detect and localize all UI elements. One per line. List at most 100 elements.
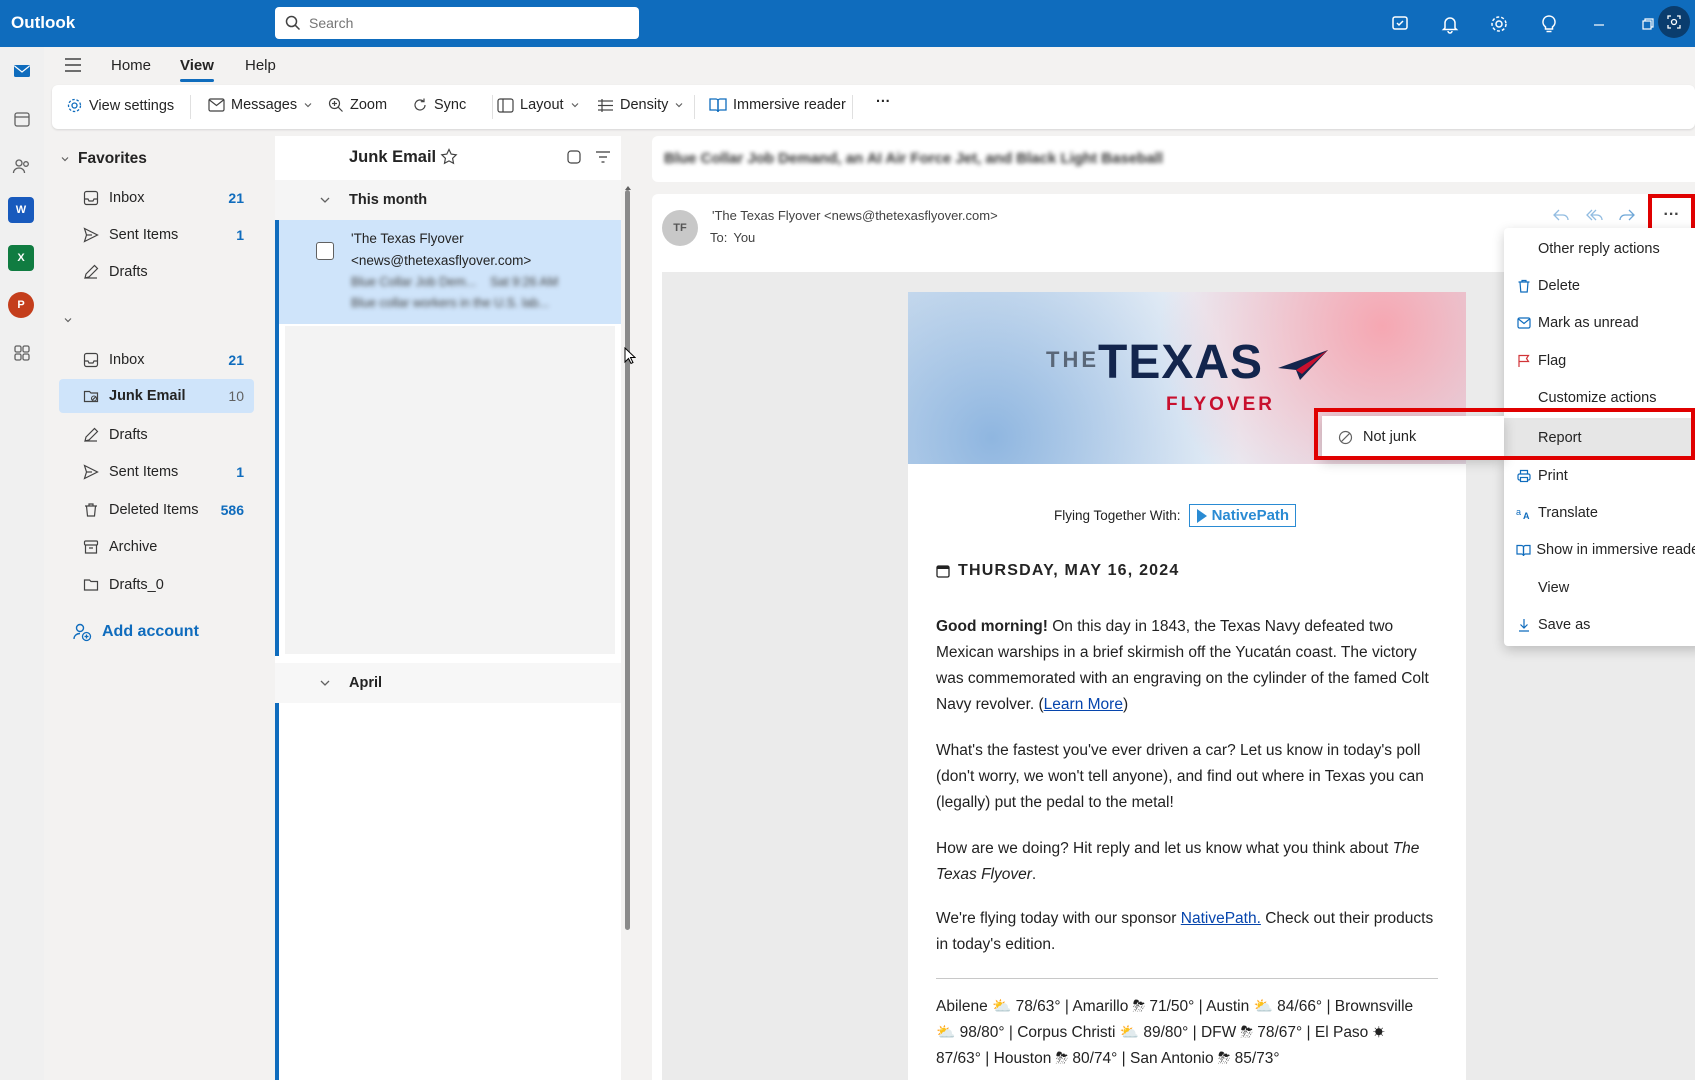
- immersive-reader-button[interactable]: Immersive reader: [709, 97, 846, 113]
- view-settings-button[interactable]: View settings: [66, 97, 174, 114]
- paragraph-intro: Good morning! On this day in 1843, the T…: [936, 618, 1429, 713]
- my-day-icon[interactable]: [1388, 12, 1412, 36]
- folder-sent-items[interactable]: Sent Items 1: [59, 455, 254, 489]
- account-collapse-chevron-icon[interactable]: [63, 315, 73, 325]
- folder-favorites-sent-items[interactable]: Sent Items 1: [59, 218, 254, 252]
- menu-item-view[interactable]: View: [1504, 570, 1695, 606]
- menu-item-delete[interactable]: Delete: [1504, 268, 1695, 304]
- message-checkbox[interactable]: [316, 242, 334, 260]
- avatar[interactable]: TF: [662, 210, 698, 246]
- menu-item-other-reply-actions[interactable]: Other reply actions: [1504, 231, 1695, 267]
- gear-icon[interactable]: [1487, 12, 1511, 36]
- ribbon-divider: [190, 95, 191, 119]
- inbox-icon: [81, 190, 101, 206]
- download-icon: [1504, 618, 1538, 632]
- folder-archive[interactable]: Archive: [59, 530, 254, 564]
- newsletter: THE TEXAS FLYOVER Flying Together With: …: [908, 292, 1466, 1080]
- logo-the: THE: [1046, 347, 1099, 372]
- title-bar: Outlook: [0, 0, 1695, 47]
- folder-drafts-0[interactable]: Drafts_0: [59, 568, 254, 602]
- messages-button[interactable]: Messages: [208, 97, 313, 113]
- bell-icon[interactable]: [1438, 12, 1462, 36]
- menu-item-print[interactable]: Print: [1504, 458, 1695, 494]
- list-selection-bar: [275, 324, 279, 656]
- calendar-icon[interactable]: [6, 103, 38, 135]
- favorites-header[interactable]: Favorites: [60, 150, 147, 168]
- message-list-header: Junk Email: [275, 136, 621, 180]
- people-icon[interactable]: [6, 150, 38, 182]
- message-list-scrollbar[interactable]: [625, 190, 630, 930]
- more-options-button[interactable]: ···: [876, 94, 891, 110]
- lightbulb-icon[interactable]: [1537, 12, 1561, 36]
- chevron-down-icon: [319, 194, 331, 206]
- group-header-april[interactable]: April: [275, 663, 621, 703]
- apps-icon[interactable]: [6, 337, 38, 369]
- submenu-item-not-junk[interactable]: Not junk: [1338, 429, 1416, 445]
- newsletter-divider: [936, 978, 1438, 979]
- ribbon: View settings Messages Zoom Sync Layout …: [52, 85, 1695, 129]
- layout-button[interactable]: Layout: [497, 97, 580, 113]
- select-mode-icon[interactable]: [566, 149, 582, 165]
- zoom-button[interactable]: Zoom: [328, 97, 387, 113]
- flying-together-line: Flying Together With: NativePath: [1054, 504, 1297, 527]
- ribbon-divider: [694, 95, 695, 119]
- restore-icon[interactable]: [1636, 12, 1660, 36]
- folder-inbox[interactable]: Inbox 21: [59, 343, 254, 377]
- minimize-icon[interactable]: [1587, 12, 1611, 36]
- menu-item-customize-actions[interactable]: Customize actions: [1504, 380, 1695, 416]
- group-header-this-month[interactable]: This month: [275, 180, 621, 220]
- menu-item-translate[interactable]: aA Translate: [1504, 495, 1695, 531]
- nativepath-link[interactable]: NativePath.: [1181, 910, 1261, 927]
- learn-more-link[interactable]: Learn More: [1044, 696, 1123, 713]
- add-account-button[interactable]: Add account: [72, 622, 199, 642]
- tab-home[interactable]: Home: [111, 57, 151, 74]
- star-icon[interactable]: [440, 148, 458, 166]
- paper-plane-icon: [1278, 350, 1328, 380]
- sponsor-badge[interactable]: NativePath: [1188, 504, 1297, 527]
- menu-item-mark-as-unread[interactable]: Mark as unread: [1504, 305, 1695, 341]
- email-from[interactable]: 'The Texas Flyover <news@thetexasflyover…: [712, 208, 998, 223]
- hamburger-icon[interactable]: [64, 57, 82, 73]
- folder-favorites-inbox[interactable]: Inbox 21: [59, 181, 254, 215]
- calendar-icon: [936, 564, 950, 578]
- report-submenu: Not junk: [1322, 416, 1504, 458]
- tab-help[interactable]: Help: [245, 57, 276, 74]
- mouse-cursor-icon: [624, 347, 636, 365]
- pencil-icon: [81, 427, 101, 443]
- message-row-selected[interactable]: 'The Texas Flyover <news@thetexasflyover…: [275, 220, 621, 324]
- sync-button[interactable]: Sync: [412, 97, 466, 113]
- folder-favorites-drafts[interactable]: Drafts: [59, 255, 254, 289]
- scroll-up-icon[interactable]: [625, 186, 631, 190]
- menu-item-flag[interactable]: Flag: [1504, 343, 1695, 379]
- screenshot-tool-icon[interactable]: [1658, 6, 1690, 38]
- menu-item-save-as[interactable]: Save as: [1504, 607, 1695, 643]
- app-name[interactable]: Outlook: [11, 13, 75, 33]
- folder-drafts[interactable]: Drafts: [59, 418, 254, 452]
- ribbon-divider: [492, 95, 493, 119]
- reply-icon[interactable]: [1552, 206, 1570, 224]
- search-input[interactable]: [309, 15, 609, 31]
- density-button[interactable]: Density: [597, 97, 684, 113]
- reply-all-icon[interactable]: [1586, 206, 1604, 224]
- filter-icon[interactable]: [595, 149, 611, 165]
- immersive-reader-icon: [709, 97, 727, 113]
- word-icon[interactable]: W: [8, 197, 34, 223]
- forward-icon[interactable]: [1618, 206, 1636, 224]
- menu-item-report[interactable]: Report: [1504, 418, 1695, 458]
- density-icon: [597, 98, 614, 113]
- trash-icon: [81, 502, 101, 518]
- powerpoint-icon[interactable]: P: [8, 292, 34, 318]
- gear-icon: [66, 97, 83, 114]
- mail-icon[interactable]: [6, 55, 38, 87]
- tab-view[interactable]: View: [180, 57, 214, 74]
- folder-junk-email[interactable]: Junk Email 10: [59, 379, 254, 413]
- junk-folder-icon: [81, 388, 101, 404]
- search-box[interactable]: [275, 7, 639, 39]
- email-to: To: You: [710, 230, 756, 245]
- folder-deleted-items[interactable]: Deleted Items 586: [59, 493, 254, 527]
- excel-icon[interactable]: X: [8, 245, 34, 271]
- list-selection-bar: [275, 703, 279, 1080]
- translate-icon: aA: [1504, 506, 1538, 520]
- menu-item-show-in-immersive-reader[interactable]: Show in immersive reader: [1504, 532, 1695, 568]
- folder-title: Junk Email: [349, 148, 437, 166]
